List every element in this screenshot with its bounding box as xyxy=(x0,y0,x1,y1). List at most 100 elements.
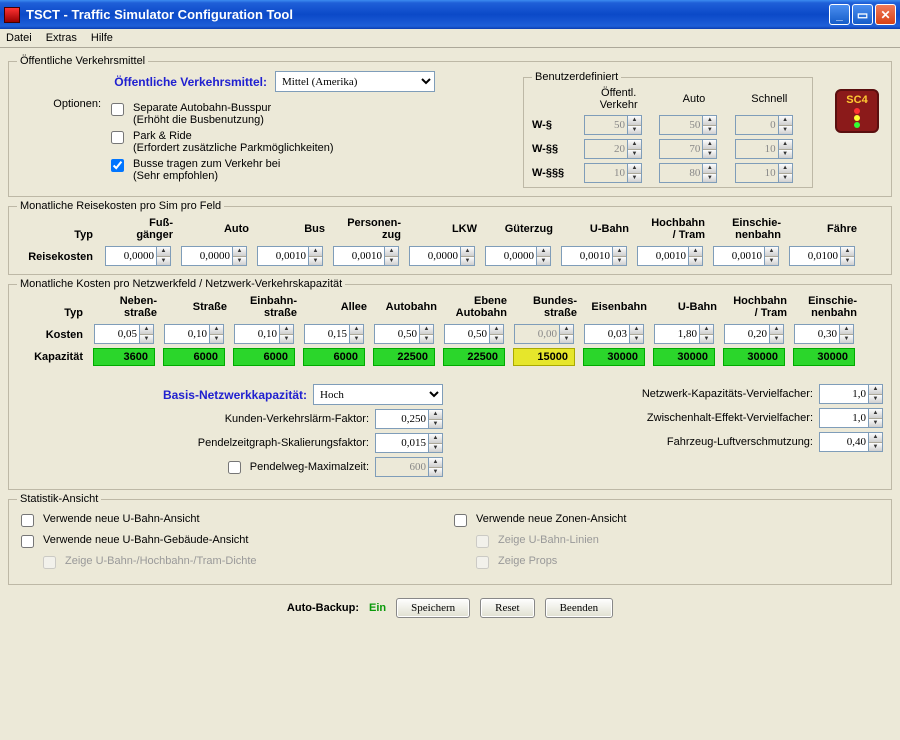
maximize-button[interactable]: ▭ xyxy=(852,4,873,25)
spinner-buttons[interactable]: ▲▼ xyxy=(490,324,504,344)
param-label: Netzwerk-Kapazitäts-Vervielfacher: xyxy=(513,388,813,400)
spinner-buttons[interactable]: ▲▼ xyxy=(703,139,717,159)
option-2-checkbox[interactable] xyxy=(111,159,124,172)
spinner-buttons[interactable]: ▲▼ xyxy=(385,246,399,266)
spinner-input[interactable] xyxy=(105,246,157,266)
spinner-input[interactable] xyxy=(584,163,628,183)
spinner-input[interactable] xyxy=(584,115,628,135)
spinner-input[interactable] xyxy=(713,246,765,266)
spinner-input[interactable] xyxy=(485,246,537,266)
stats-checkbox[interactable] xyxy=(21,535,34,548)
spinner-input[interactable] xyxy=(794,324,840,344)
spinner-input[interactable] xyxy=(659,139,703,159)
spinner-buttons[interactable]: ▲▼ xyxy=(140,324,154,344)
menu-file[interactable]: Datei xyxy=(6,32,32,44)
spinner-buttons[interactable]: ▲▼ xyxy=(703,115,717,135)
spinner-buttons[interactable]: ▲▼ xyxy=(840,324,854,344)
menu-extras[interactable]: Extras xyxy=(46,32,77,44)
spinner-buttons[interactable]: ▲▼ xyxy=(628,115,642,135)
spinner-input[interactable] xyxy=(94,324,140,344)
spinner-input[interactable] xyxy=(584,324,630,344)
spinner-input[interactable] xyxy=(514,324,560,344)
spinner-input[interactable] xyxy=(561,246,613,266)
spinner-buttons[interactable]: ▲▼ xyxy=(309,246,323,266)
close-button[interactable]: ✕ xyxy=(875,4,896,25)
spinner-buttons[interactable]: ▲▼ xyxy=(779,139,793,159)
spinner-buttons[interactable]: ▲▼ xyxy=(157,246,171,266)
commute-maxtime-checkbox[interactable] xyxy=(228,461,241,474)
spinner-buttons[interactable]: ▲▼ xyxy=(420,324,434,344)
spinner-buttons[interactable]: ▲▼ xyxy=(429,409,443,429)
titlebar: TSCT - Traffic Simulator Configuration T… xyxy=(0,0,900,29)
reset-button[interactable]: Reset xyxy=(480,598,534,618)
spinner-input[interactable] xyxy=(375,433,429,453)
spinner-buttons[interactable]: ▲▼ xyxy=(689,246,703,266)
option-1-checkbox[interactable] xyxy=(111,131,124,144)
public-transport-select[interactable]: Mittel (Amerika) xyxy=(275,71,435,92)
spinner-input[interactable] xyxy=(375,409,429,429)
autobackup-status: Ein xyxy=(369,602,386,614)
s2-col-hdr: Güterzug xyxy=(483,216,553,242)
spinner-buttons[interactable]: ▲▼ xyxy=(703,163,717,183)
spinner-buttons[interactable]: ▲▼ xyxy=(869,384,883,404)
spinner-input[interactable] xyxy=(659,115,703,135)
spinner-buttons[interactable]: ▲▼ xyxy=(210,324,224,344)
spinner-buttons[interactable]: ▲▼ xyxy=(765,246,779,266)
spinner-buttons[interactable]: ▲▼ xyxy=(628,139,642,159)
spinner-input[interactable] xyxy=(584,139,628,159)
network-costs-legend: Monatliche Kosten pro Netzwerkfeld / Net… xyxy=(17,278,345,290)
spinner-input[interactable] xyxy=(181,246,233,266)
spinner-input[interactable] xyxy=(819,432,869,452)
option-1: Park & Ride (Erfordert zusätzliche Parkm… xyxy=(107,130,334,154)
spinner-buttons[interactable]: ▲▼ xyxy=(560,324,574,344)
spinner-input[interactable] xyxy=(304,324,350,344)
menu-help[interactable]: Hilfe xyxy=(91,32,113,44)
spinner-buttons[interactable]: ▲▼ xyxy=(770,324,784,344)
spinner-input[interactable] xyxy=(333,246,385,266)
spinner-buttons[interactable]: ▲▼ xyxy=(429,433,443,453)
stats-checkbox[interactable] xyxy=(21,514,34,527)
spinner-buttons[interactable]: ▲▼ xyxy=(869,432,883,452)
spinner-input[interactable] xyxy=(819,408,869,428)
spinner-input[interactable] xyxy=(819,384,869,404)
spinner-input[interactable] xyxy=(659,163,703,183)
spinner-input[interactable] xyxy=(735,139,779,159)
spinner-input[interactable] xyxy=(724,324,770,344)
spinner-buttons[interactable]: ▲▼ xyxy=(841,246,855,266)
spinner-buttons[interactable]: ▲▼ xyxy=(280,324,294,344)
spinner-input[interactable] xyxy=(444,324,490,344)
capacity-cell: 22500 xyxy=(373,348,435,366)
spinner-buttons[interactable]: ▲▼ xyxy=(630,324,644,344)
stats-label: Verwende neue U-Bahn-Ansicht xyxy=(43,513,200,525)
spinner-buttons[interactable]: ▲▼ xyxy=(350,324,364,344)
spinner-buttons[interactable]: ▲▼ xyxy=(537,246,551,266)
s3-col-hdr: EbeneAutobahn xyxy=(441,294,507,320)
spinner-buttons[interactable]: ▲▼ xyxy=(700,324,714,344)
spinner-input[interactable] xyxy=(735,163,779,183)
spinner-input[interactable] xyxy=(735,115,779,135)
option-0-checkbox[interactable] xyxy=(111,103,124,116)
spinner-buttons[interactable]: ▲▼ xyxy=(628,163,642,183)
spinner-buttons[interactable]: ▲▼ xyxy=(461,246,475,266)
network-costs-group: Monatliche Kosten pro Netzwerkfeld / Net… xyxy=(8,278,892,490)
spinner-buttons[interactable]: ▲▼ xyxy=(613,246,627,266)
spinner-buttons[interactable]: ▲▼ xyxy=(233,246,247,266)
spinner-input[interactable] xyxy=(654,324,700,344)
stats-checkbox[interactable] xyxy=(454,514,467,527)
spinner-buttons[interactable]: ▲▼ xyxy=(779,163,793,183)
spinner-input[interactable] xyxy=(409,246,461,266)
base-capacity-select[interactable]: Hoch xyxy=(313,384,443,405)
spinner-input[interactable] xyxy=(637,246,689,266)
spinner-buttons[interactable]: ▲▼ xyxy=(869,408,883,428)
quit-button[interactable]: Beenden xyxy=(545,598,613,618)
spinner-input[interactable] xyxy=(257,246,309,266)
save-button[interactable]: Speichern xyxy=(396,598,470,618)
spinner-input[interactable] xyxy=(789,246,841,266)
spinner-input[interactable] xyxy=(164,324,210,344)
s3-col-hdr: Einbahn-straße xyxy=(231,294,297,320)
commute-maxtime-input[interactable] xyxy=(375,457,429,477)
minimize-button[interactable]: _ xyxy=(829,4,850,25)
spinner-input[interactable] xyxy=(234,324,280,344)
spinner-buttons[interactable]: ▲▼ xyxy=(779,115,793,135)
spinner-input[interactable] xyxy=(374,324,420,344)
